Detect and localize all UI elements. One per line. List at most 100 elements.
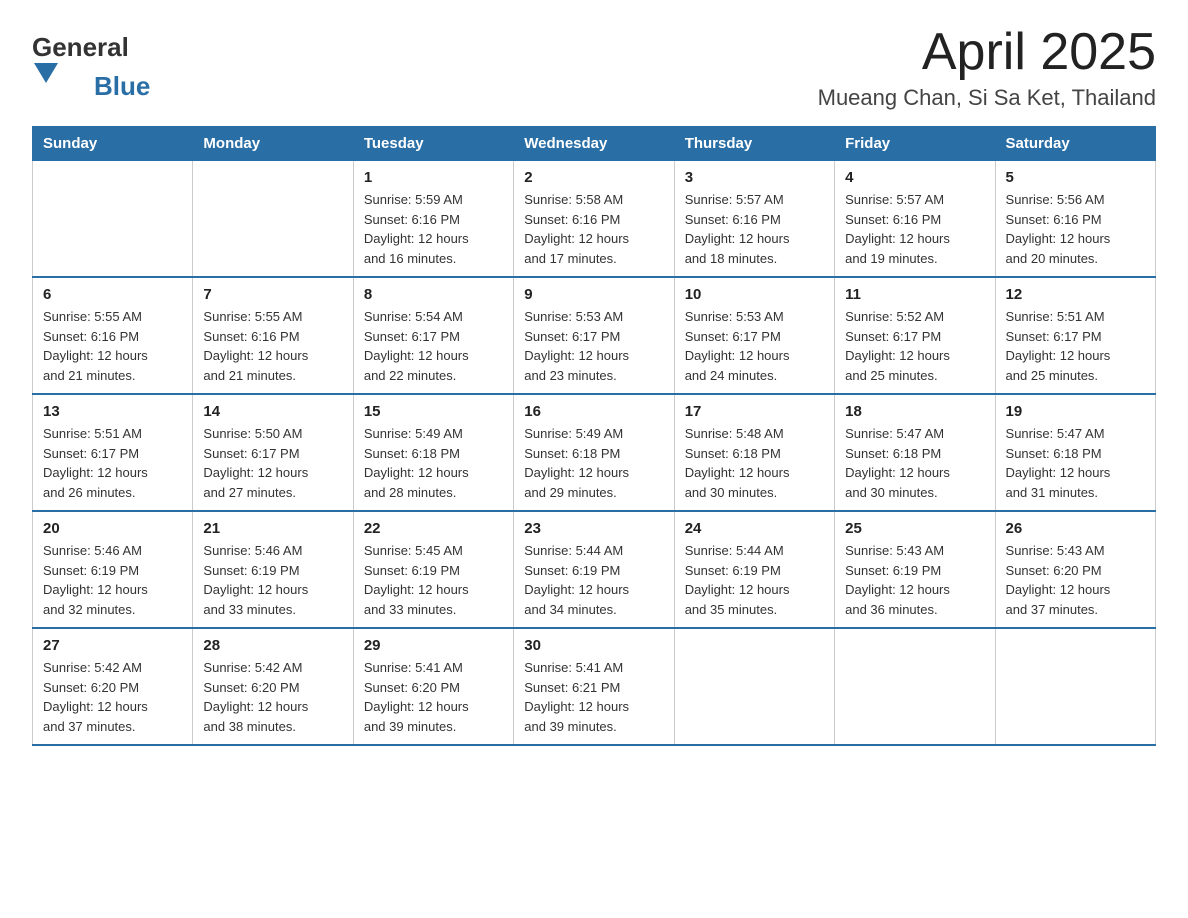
day-info: Sunrise: 5:50 AM Sunset: 6:17 PM Dayligh… bbox=[203, 424, 342, 502]
day-number: 8 bbox=[364, 286, 503, 303]
calendar-cell bbox=[674, 628, 834, 745]
calendar-subtitle: Mueang Chan, Si Sa Ket, Thailand bbox=[818, 85, 1156, 111]
day-info: Sunrise: 5:44 AM Sunset: 6:19 PM Dayligh… bbox=[524, 541, 663, 619]
calendar-cell: 9 Sunrise: 5:53 AM Sunset: 6:17 PM Daylig… bbox=[514, 277, 674, 394]
day-of-week-header: Saturday bbox=[995, 127, 1155, 161]
calendar-cell: 10 Sunrise: 5:53 AM Sunset: 6:17 PM Dayli… bbox=[674, 277, 834, 394]
day-number: 12 bbox=[1006, 286, 1145, 303]
calendar-table: SundayMondayTuesdayWednesdayThursdayFrid… bbox=[32, 126, 1156, 746]
day-info: Sunrise: 5:49 AM Sunset: 6:18 PM Dayligh… bbox=[524, 424, 663, 502]
day-number: 10 bbox=[685, 286, 824, 303]
calendar-cell: 21 Sunrise: 5:46 AM Sunset: 6:19 PM Dayli… bbox=[193, 511, 353, 628]
calendar-cell: 6 Sunrise: 5:55 AM Sunset: 6:16 PM Daylig… bbox=[33, 277, 193, 394]
calendar-cell: 13 Sunrise: 5:51 AM Sunset: 6:17 PM Dayli… bbox=[33, 394, 193, 511]
day-info: Sunrise: 5:53 AM Sunset: 6:17 PM Dayligh… bbox=[685, 307, 824, 385]
day-of-week-header: Monday bbox=[193, 127, 353, 161]
day-info: Sunrise: 5:44 AM Sunset: 6:19 PM Dayligh… bbox=[685, 541, 824, 619]
day-info: Sunrise: 5:48 AM Sunset: 6:18 PM Dayligh… bbox=[685, 424, 824, 502]
title-block: April 2025 Mueang Chan, Si Sa Ket, Thail… bbox=[818, 24, 1156, 111]
day-info: Sunrise: 5:56 AM Sunset: 6:16 PM Dayligh… bbox=[1006, 190, 1145, 268]
day-of-week-header: Sunday bbox=[33, 127, 193, 161]
calendar-cell: 20Sunrise: 5:46 AM Sunset: 6:19 PM Dayli… bbox=[33, 511, 193, 628]
day-number: 14 bbox=[203, 403, 342, 420]
calendar-cell: 24 Sunrise: 5:44 AM Sunset: 6:19 PM Dayli… bbox=[674, 511, 834, 628]
day-number: 11 bbox=[845, 286, 984, 303]
logo-triangle-icon bbox=[34, 63, 58, 83]
calendar-cell: 23Sunrise: 5:44 AM Sunset: 6:19 PM Dayli… bbox=[514, 511, 674, 628]
day-number: 27 bbox=[43, 637, 182, 654]
day-info: Sunrise: 5:57 AM Sunset: 6:16 PM Dayligh… bbox=[685, 190, 824, 268]
day-number: 1 bbox=[364, 169, 503, 186]
day-number: 29 bbox=[364, 637, 503, 654]
day-of-week-header: Wednesday bbox=[514, 127, 674, 161]
day-info: Sunrise: 5:52 AM Sunset: 6:17 PM Dayligh… bbox=[845, 307, 984, 385]
day-number: 15 bbox=[364, 403, 503, 420]
day-number: 4 bbox=[845, 169, 984, 186]
calendar-header: SundayMondayTuesdayWednesdayThursdayFrid… bbox=[33, 127, 1156, 161]
day-number: 26 bbox=[1006, 520, 1145, 537]
day-info: Sunrise: 5:53 AM Sunset: 6:17 PM Dayligh… bbox=[524, 307, 663, 385]
day-number: 21 bbox=[203, 520, 342, 537]
day-info: Sunrise: 5:55 AM Sunset: 6:16 PM Dayligh… bbox=[203, 307, 342, 385]
day-info: Sunrise: 5:41 AM Sunset: 6:21 PM Dayligh… bbox=[524, 658, 663, 736]
day-number: 6 bbox=[43, 286, 182, 303]
day-info: Sunrise: 5:55 AM Sunset: 6:16 PM Dayligh… bbox=[43, 307, 182, 385]
day-number: 17 bbox=[685, 403, 824, 420]
day-number: 19 bbox=[1006, 403, 1145, 420]
day-number: 7 bbox=[203, 286, 342, 303]
day-info: Sunrise: 5:51 AM Sunset: 6:17 PM Dayligh… bbox=[43, 424, 182, 502]
day-number: 24 bbox=[685, 520, 824, 537]
day-number: 20 bbox=[43, 520, 182, 537]
calendar-cell bbox=[835, 628, 995, 745]
logo-general-text: General bbox=[32, 32, 129, 63]
day-info: Sunrise: 5:43 AM Sunset: 6:20 PM Dayligh… bbox=[1006, 541, 1145, 619]
calendar-cell: 29 Sunrise: 5:41 AM Sunset: 6:20 PM Dayli… bbox=[353, 628, 513, 745]
day-number: 3 bbox=[685, 169, 824, 186]
day-info: Sunrise: 5:43 AM Sunset: 6:19 PM Dayligh… bbox=[845, 541, 984, 619]
day-info: Sunrise: 5:46 AM Sunset: 6:19 PM Dayligh… bbox=[203, 541, 342, 619]
calendar-cell bbox=[193, 161, 353, 278]
day-info: Sunrise: 5:57 AM Sunset: 6:16 PM Dayligh… bbox=[845, 190, 984, 268]
calendar-cell: 18Sunrise: 5:47 AM Sunset: 6:18 PM Dayli… bbox=[835, 394, 995, 511]
calendar-cell: 11 Sunrise: 5:52 AM Sunset: 6:17 PM Dayli… bbox=[835, 277, 995, 394]
calendar-cell: 19 Sunrise: 5:47 AM Sunset: 6:18 PM Dayli… bbox=[995, 394, 1155, 511]
calendar-cell: 15 Sunrise: 5:49 AM Sunset: 6:18 PM Dayli… bbox=[353, 394, 513, 511]
day-number: 9 bbox=[524, 286, 663, 303]
calendar-cell: 28 Sunrise: 5:42 AM Sunset: 6:20 PM Dayli… bbox=[193, 628, 353, 745]
day-info: Sunrise: 5:51 AM Sunset: 6:17 PM Dayligh… bbox=[1006, 307, 1145, 385]
day-info: Sunrise: 5:58 AM Sunset: 6:16 PM Dayligh… bbox=[524, 190, 663, 268]
calendar-week-row: 27 Sunrise: 5:42 AM Sunset: 6:20 PM Dayli… bbox=[33, 628, 1156, 745]
calendar-body: 1 Sunrise: 5:59 AM Sunset: 6:16 PM Daylig… bbox=[33, 161, 1156, 746]
day-info: Sunrise: 5:47 AM Sunset: 6:18 PM Dayligh… bbox=[1006, 424, 1145, 502]
day-info: Sunrise: 5:49 AM Sunset: 6:18 PM Dayligh… bbox=[364, 424, 503, 502]
day-of-week-header: Friday bbox=[835, 127, 995, 161]
calendar-cell: 26 Sunrise: 5:43 AM Sunset: 6:20 PM Dayli… bbox=[995, 511, 1155, 628]
calendar-cell: 30 Sunrise: 5:41 AM Sunset: 6:21 PM Dayli… bbox=[514, 628, 674, 745]
days-of-week-row: SundayMondayTuesdayWednesdayThursdayFrid… bbox=[33, 127, 1156, 161]
calendar-cell: 12 Sunrise: 5:51 AM Sunset: 6:17 PM Dayli… bbox=[995, 277, 1155, 394]
calendar-cell: 3 Sunrise: 5:57 AM Sunset: 6:16 PM Daylig… bbox=[674, 161, 834, 278]
day-number: 28 bbox=[203, 637, 342, 654]
calendar-cell: 22Sunrise: 5:45 AM Sunset: 6:19 PM Dayli… bbox=[353, 511, 513, 628]
day-info: Sunrise: 5:41 AM Sunset: 6:20 PM Dayligh… bbox=[364, 658, 503, 736]
calendar-cell: 2Sunrise: 5:58 AM Sunset: 6:16 PM Daylig… bbox=[514, 161, 674, 278]
calendar-week-row: 20 Sunrise: 5:46 AM Sunset: 6:19 PM Dayli… bbox=[33, 511, 1156, 628]
day-info: Sunrise: 5:42 AM Sunset: 6:20 PM Dayligh… bbox=[203, 658, 342, 736]
day-info: Sunrise: 5:42 AM Sunset: 6:20 PM Dayligh… bbox=[43, 658, 182, 736]
calendar-cell: 17 Sunrise: 5:48 AM Sunset: 6:18 PM Dayli… bbox=[674, 394, 834, 511]
calendar-cell: 25Sunrise: 5:43 AM Sunset: 6:19 PM Dayli… bbox=[835, 511, 995, 628]
calendar-week-row: 1 Sunrise: 5:59 AM Sunset: 6:16 PM Daylig… bbox=[33, 161, 1156, 278]
calendar-cell: 7 Sunrise: 5:55 AM Sunset: 6:16 PM Daylig… bbox=[193, 277, 353, 394]
day-number: 13 bbox=[43, 403, 182, 420]
day-info: Sunrise: 5:54 AM Sunset: 6:17 PM Dayligh… bbox=[364, 307, 503, 385]
day-number: 30 bbox=[524, 637, 663, 654]
calendar-cell: 5Sunrise: 5:56 AM Sunset: 6:16 PM Daylig… bbox=[995, 161, 1155, 278]
day-info: Sunrise: 5:59 AM Sunset: 6:16 PM Dayligh… bbox=[364, 190, 503, 268]
calendar-cell: 1 Sunrise: 5:59 AM Sunset: 6:16 PM Daylig… bbox=[353, 161, 513, 278]
calendar-cell: 27 Sunrise: 5:42 AM Sunset: 6:20 PM Dayli… bbox=[33, 628, 193, 745]
day-info: Sunrise: 5:47 AM Sunset: 6:18 PM Dayligh… bbox=[845, 424, 984, 502]
calendar-week-row: 6 Sunrise: 5:55 AM Sunset: 6:16 PM Daylig… bbox=[33, 277, 1156, 394]
calendar-cell: 16Sunrise: 5:49 AM Sunset: 6:18 PM Dayli… bbox=[514, 394, 674, 511]
day-of-week-header: Thursday bbox=[674, 127, 834, 161]
day-info: Sunrise: 5:45 AM Sunset: 6:19 PM Dayligh… bbox=[364, 541, 503, 619]
